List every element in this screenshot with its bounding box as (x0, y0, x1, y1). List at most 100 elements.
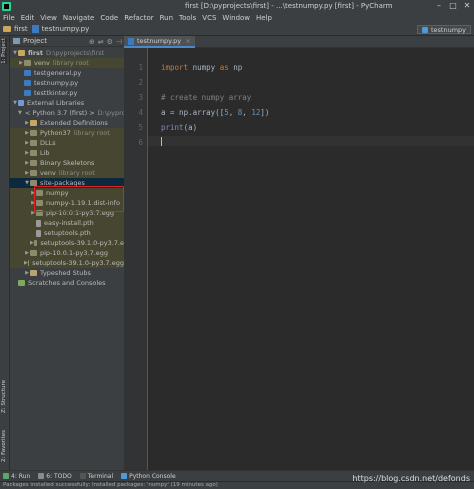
python-file-icon (24, 70, 31, 76)
line-number: 2 (138, 78, 143, 87)
library-folder-icon (30, 160, 37, 166)
menu-refactor[interactable]: Refactor (124, 14, 153, 22)
navigation-bar: first testnumpy.py testnumpy (0, 23, 474, 36)
run-icon (3, 473, 9, 479)
tree-item-lib[interactable]: ▶ Lib (10, 148, 124, 158)
current-line-highlight (148, 136, 474, 146)
library-folder-icon (30, 250, 37, 256)
stubs-folder-icon (30, 270, 37, 276)
text-caret (161, 137, 162, 146)
menu-view[interactable]: View (40, 14, 57, 22)
tree-item-venv[interactable]: ▶ venv library root (10, 58, 124, 68)
folder-icon (30, 120, 37, 126)
editor-tabs: testnumpy.py × (124, 36, 474, 48)
project-folder-icon (13, 38, 20, 44)
library-folder-icon (30, 150, 37, 156)
structure-tool-tab[interactable]: Z: Structure (1, 380, 7, 413)
python-file-icon (24, 80, 31, 86)
menu-run[interactable]: Run (160, 14, 173, 22)
library-folder-icon (30, 140, 37, 146)
library-folder-icon (30, 170, 37, 176)
project-panel-header: Project ⊕ ⇌ ⚙ ⊣ (10, 36, 124, 47)
tree-item-testgeneral[interactable]: testgeneral.py (10, 68, 124, 78)
line-number: 5 (138, 123, 143, 132)
breadcrumb-file[interactable]: testnumpy.py (42, 25, 90, 33)
line-number: 6 (138, 138, 143, 147)
pycharm-logo-icon (2, 1, 11, 11)
collapse-icon[interactable]: ⇌ (98, 38, 104, 46)
tree-item-python-sdk[interactable]: ▼ < Python 3.7 (first) > D:\pypro (10, 108, 124, 118)
library-folder-icon (27, 260, 30, 266)
python-icon (421, 26, 428, 33)
python-console-icon (121, 473, 128, 479)
terminal-icon (79, 473, 86, 479)
numpy-highlight-box (34, 186, 124, 212)
menu-navigate[interactable]: Navigate (63, 14, 94, 22)
menu-tools[interactable]: Tools (179, 14, 196, 22)
tab-testnumpy[interactable]: testnumpy.py × (124, 36, 195, 48)
tree-item-testtkinter[interactable]: testtkinter.py (10, 88, 124, 98)
tree-item-setuptools-egg-root[interactable]: ▶ setuptools-39.1.0-py3.7.egg (10, 258, 124, 268)
line-number: 1 (138, 63, 143, 72)
tree-item-extended-definitions[interactable]: ▶ Extended Definitions (10, 118, 124, 128)
menu-help[interactable]: Help (256, 14, 272, 22)
run-tool-button[interactable]: 4: Run (3, 473, 30, 480)
menu-edit[interactable]: Edit (21, 14, 35, 22)
python-file-icon (128, 37, 134, 45)
project-view-select[interactable]: Project (23, 37, 47, 45)
close-icon[interactable]: × (185, 37, 190, 45)
tree-item-python37[interactable]: ▶ Python37 library root (10, 128, 124, 138)
project-panel: Project ⊕ ⇌ ⚙ ⊣ ▼ first D:\pyprojects\fir… (10, 36, 124, 470)
minimize-button[interactable]: – (432, 0, 446, 12)
breadcrumb-project[interactable]: first (14, 25, 28, 33)
tab-label: testnumpy.py (137, 37, 182, 45)
menu-code[interactable]: Code (100, 14, 118, 22)
tree-item-testnumpy[interactable]: testnumpy.py (10, 78, 124, 88)
tree-item-dlls[interactable]: ▶ DLLs (10, 138, 124, 148)
menu-file[interactable]: File (3, 14, 15, 22)
tree-item-binary-skeletons[interactable]: ▶ Binary Skeletons (10, 158, 124, 168)
tree-item-venv-lib[interactable]: ▶ venv library root (10, 168, 124, 178)
expand-arrow-icon[interactable]: ▼ (18, 110, 22, 116)
tree-item-typeshed-stubs[interactable]: ▶ Typeshed Stubs (10, 268, 124, 278)
hide-icon[interactable]: ⊣ (116, 38, 122, 46)
tree-item-setuptools-egg[interactable]: ▶ setuptools-39.1.0-py3.7.e (10, 238, 124, 248)
project-tool-tab[interactable]: 1: Project (1, 38, 7, 64)
run-configuration-select[interactable]: testnumpy (416, 25, 471, 34)
todo-icon (38, 473, 45, 479)
terminal-tool-button[interactable]: Terminal (79, 473, 113, 480)
python-file-icon (24, 90, 31, 96)
menu-window[interactable]: Window (222, 14, 250, 22)
line-number: 4 (138, 108, 143, 117)
maximize-button[interactable]: □ (446, 0, 460, 12)
line-number-gutter: 1 2 3 4 5 6 (124, 48, 148, 470)
python-console-tool-button[interactable]: Python Console (121, 473, 176, 480)
code-editor[interactable]: import numpy as np # create numpy array … (148, 48, 474, 470)
tree-item-setuptools-pth[interactable]: setuptools.pth (10, 228, 124, 238)
libraries-icon (18, 100, 24, 106)
line-number: 3 (138, 93, 143, 102)
todo-tool-button[interactable]: 6: TODO (38, 473, 72, 480)
editor-area: testnumpy.py × 1 2 3 4 5 6 import numpy … (124, 36, 474, 470)
scratches-icon (18, 280, 25, 286)
menu-vcs[interactable]: VCS (202, 14, 216, 22)
menu-bar: File Edit View Navigate Code Refactor Ru… (0, 12, 474, 23)
library-folder-icon (30, 130, 37, 136)
favorites-tool-tab[interactable]: 2: Favorites (1, 430, 7, 462)
tree-item-easy-install[interactable]: easy-install.pth (10, 218, 124, 228)
tree-item-first[interactable]: ▼ first D:\pyprojects\first (10, 48, 124, 58)
gear-icon[interactable]: ⚙ (107, 38, 113, 46)
locate-icon[interactable]: ⊕ (89, 38, 95, 46)
code-line-5: print(a) (161, 123, 198, 132)
code-line-4: a = np.array([5, 8, 12]) (161, 108, 270, 117)
library-folder-icon (33, 240, 38, 246)
window-title: first [D:\pyprojects\first] - ...\testnu… (185, 2, 393, 10)
code-line-1: import numpy as np (161, 63, 243, 72)
tree-item-pip-egg-root[interactable]: ▶ pip-10.0.1-py3.7.egg (10, 248, 124, 258)
status-message[interactable]: Packages installed successfully: Install… (3, 482, 218, 488)
window-controls: – □ ✕ (432, 0, 474, 12)
close-button[interactable]: ✕ (460, 0, 474, 12)
tree-item-external-libraries[interactable]: ▼ External Libraries (10, 98, 124, 108)
tree-item-scratches[interactable]: Scratches and Consoles (10, 278, 124, 288)
file-icon (36, 219, 41, 227)
